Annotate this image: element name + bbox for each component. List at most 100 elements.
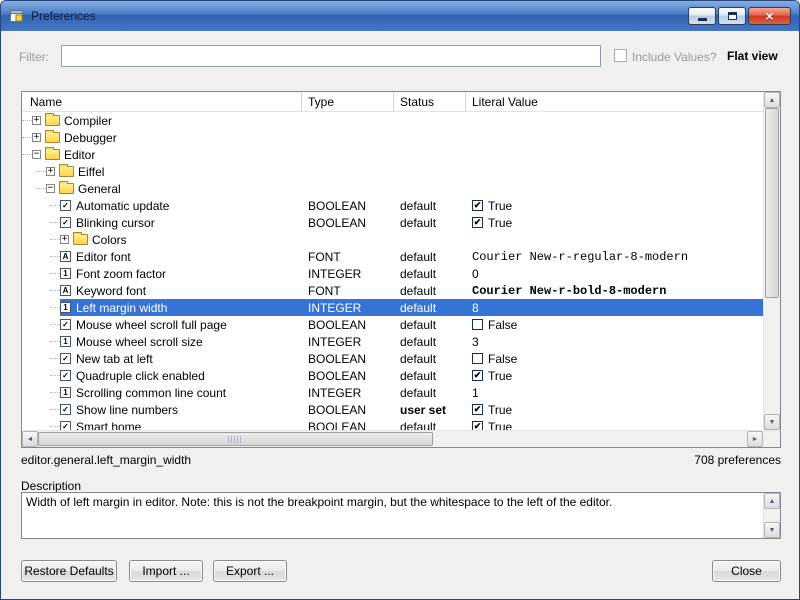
- row-status: [394, 112, 466, 129]
- description-scroll-down-button[interactable]: ▼: [764, 522, 780, 538]
- window-title: Preferences: [31, 9, 96, 23]
- window-close-button[interactable]: ×: [748, 7, 791, 25]
- preferences-icon: [9, 8, 25, 24]
- value-checkbox[interactable]: [472, 404, 483, 415]
- row-value: [466, 112, 763, 129]
- tree-row[interactable]: ✓New tab at leftBOOLEANdefaultFalse: [22, 350, 763, 367]
- row-type: INTEGER: [302, 384, 394, 401]
- tree-row[interactable]: ✓Mouse wheel scroll full pageBOOLEANdefa…: [22, 316, 763, 333]
- value-text: True: [488, 369, 512, 383]
- row-value: True: [466, 214, 763, 231]
- row-value: True: [466, 197, 763, 214]
- row-label: Compiler: [64, 114, 112, 128]
- scroll-down-button[interactable]: ▼: [764, 414, 780, 430]
- tree-row[interactable]: ✓Smart homeBOOLEANdefaultTrue: [22, 418, 763, 430]
- vertical-scrollbar[interactable]: ▲ ▼: [763, 92, 780, 430]
- row-status: [394, 163, 466, 180]
- tree-row[interactable]: + Colors: [22, 231, 763, 248]
- column-header-literal-value[interactable]: Literal Value: [466, 92, 763, 111]
- value-checkbox[interactable]: [472, 217, 483, 228]
- tree-row[interactable]: 1Font zoom factorINTEGERdefault0: [22, 265, 763, 282]
- row-value: 0: [466, 265, 763, 282]
- description-scrollbar[interactable]: ▲ ▼: [763, 493, 780, 538]
- scroll-up-button[interactable]: ▲: [764, 92, 780, 108]
- row-status: default: [394, 214, 466, 231]
- expand-icon[interactable]: +: [32, 133, 41, 142]
- row-type: [302, 129, 394, 146]
- horizontal-scrollbar[interactable]: ◄ ►: [22, 431, 763, 447]
- collapse-icon[interactable]: −: [32, 150, 41, 159]
- row-status: [394, 231, 466, 248]
- tree-row[interactable]: 1Left margin widthINTEGERdefault8: [22, 299, 763, 316]
- tree-row[interactable]: ✓Quadruple click enabledBOOLEANdefaultTr…: [22, 367, 763, 384]
- scroll-right-button[interactable]: ►: [747, 431, 763, 447]
- tree-row[interactable]: + Compiler: [22, 112, 763, 129]
- tree-row[interactable]: −General: [22, 180, 763, 197]
- tree-row[interactable]: 1Scrolling common line countINTEGERdefau…: [22, 384, 763, 401]
- include-values-checkbox[interactable]: [614, 49, 627, 62]
- boolean-pref-icon: ✓: [60, 370, 71, 381]
- scroll-up-icon: ▲: [769, 498, 776, 505]
- value-checkbox[interactable]: [472, 319, 483, 330]
- row-type: FONT: [302, 282, 394, 299]
- value-checkbox[interactable]: [472, 421, 483, 430]
- expand-icon[interactable]: +: [60, 235, 69, 244]
- description-scroll-up-button[interactable]: ▲: [764, 493, 780, 509]
- column-header-name[interactable]: Name: [22, 92, 302, 111]
- column-header-status[interactable]: Status: [394, 92, 466, 111]
- value-checkbox[interactable]: [472, 200, 483, 211]
- row-type: INTEGER: [302, 265, 394, 282]
- expand-icon[interactable]: +: [46, 167, 55, 176]
- row-status: [394, 180, 466, 197]
- row-type: INTEGER: [302, 333, 394, 350]
- value-checkbox[interactable]: [472, 370, 483, 381]
- row-label: Editor: [64, 148, 95, 162]
- folder-icon: [45, 149, 60, 160]
- tree-row[interactable]: +Debugger: [22, 129, 763, 146]
- tree-row[interactable]: 1Mouse wheel scroll sizeINTEGERdefault3: [22, 333, 763, 350]
- minimize-button[interactable]: [688, 7, 716, 25]
- preferences-tree-panel: Name Type Status Literal Value + Compiler…: [21, 91, 781, 448]
- filter-input[interactable]: [61, 45, 601, 67]
- flat-view-button[interactable]: Flat view: [727, 49, 778, 63]
- row-type: [302, 146, 394, 163]
- row-label: Editor font: [76, 250, 131, 264]
- tree-row[interactable]: AKeyword fontFONTdefaultCourier New-r-bo…: [22, 282, 763, 299]
- row-status: default: [394, 418, 466, 430]
- tree-row[interactable]: +Eiffel: [22, 163, 763, 180]
- row-label: Colors: [92, 233, 127, 247]
- collapse-icon[interactable]: −: [46, 184, 55, 193]
- scroll-down-icon: ▼: [769, 419, 776, 426]
- horizontal-scrollbar-thumb[interactable]: [38, 432, 433, 446]
- row-status: default: [394, 299, 466, 316]
- row-type: FONT: [302, 248, 394, 265]
- close-button[interactable]: Close: [712, 560, 781, 582]
- font-pref-icon: A: [60, 285, 71, 296]
- column-header-type[interactable]: Type: [302, 92, 394, 111]
- scroll-left-icon: ◄: [27, 436, 34, 443]
- row-status: default: [394, 282, 466, 299]
- expand-icon[interactable]: +: [32, 116, 41, 125]
- minimize-icon: [698, 18, 707, 21]
- tree-row[interactable]: AEditor fontFONTdefaultCourier New-r-reg…: [22, 248, 763, 265]
- row-value: 3: [466, 333, 763, 350]
- row-value: [466, 146, 763, 163]
- row-status: default: [394, 367, 466, 384]
- tree-row[interactable]: ✓Show line numbersBOOLEANuser setTrue: [22, 401, 763, 418]
- value-checkbox[interactable]: [472, 353, 483, 364]
- scroll-left-button[interactable]: ◄: [22, 431, 38, 447]
- vertical-scrollbar-thumb[interactable]: [765, 108, 779, 298]
- restore-defaults-button[interactable]: Restore Defaults: [21, 560, 117, 582]
- row-value: [466, 231, 763, 248]
- tree-row[interactable]: − Editor: [22, 146, 763, 163]
- row-type: BOOLEAN: [302, 350, 394, 367]
- row-type: [302, 180, 394, 197]
- tree-row[interactable]: ✓Blinking cursorBOOLEANdefaultTrue: [22, 214, 763, 231]
- row-label: Mouse wheel scroll size: [76, 335, 203, 349]
- export-button[interactable]: Export ...: [213, 560, 287, 582]
- row-status: default: [394, 350, 466, 367]
- row-value: True: [466, 367, 763, 384]
- tree-row[interactable]: ✓Automatic updateBOOLEANdefaultTrue: [22, 197, 763, 214]
- maximize-button[interactable]: [718, 7, 746, 25]
- import-button[interactable]: Import ...: [129, 560, 203, 582]
